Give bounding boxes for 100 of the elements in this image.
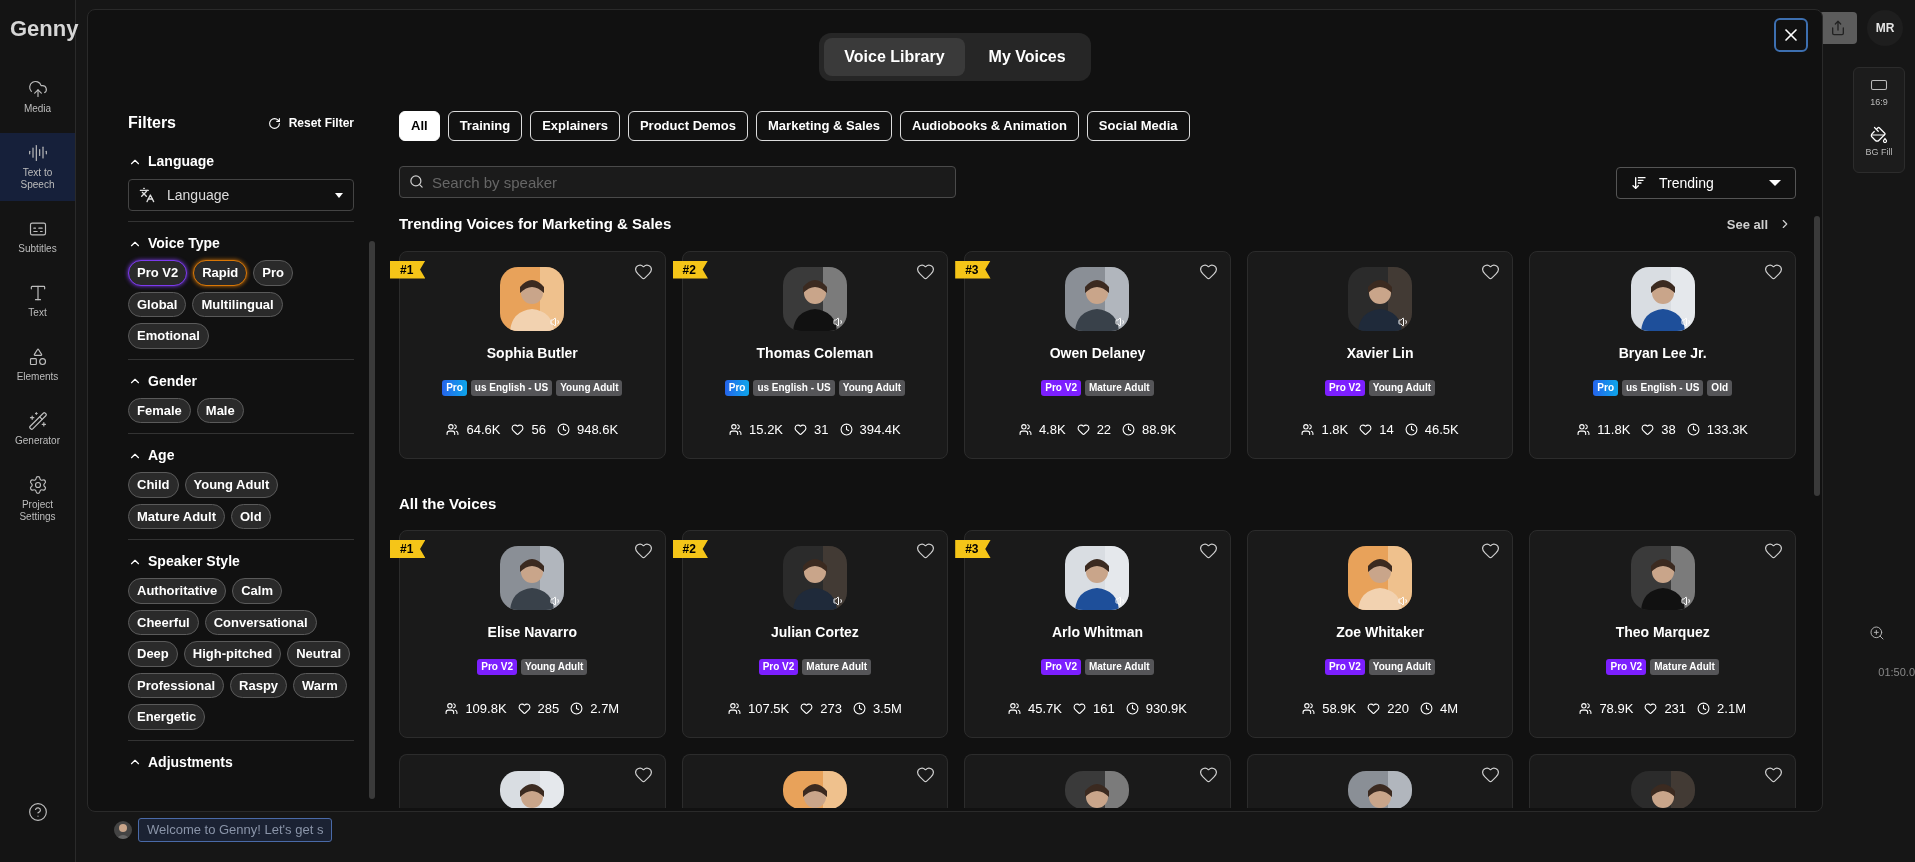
library-tab[interactable]: Voice Library	[824, 38, 965, 76]
filter-chip[interactable]: Pro V2	[128, 260, 188, 286]
category-tab[interactable]: Explainers	[530, 111, 620, 141]
section-toggle[interactable]: Adjustments	[128, 751, 233, 773]
likes-icon	[1359, 422, 1373, 436]
nav-item[interactable]: Text	[0, 273, 75, 329]
filter-chip[interactable]: Deep	[128, 641, 178, 667]
section-toggle[interactable]: Language	[128, 151, 354, 172]
voice-card[interactable]	[1529, 754, 1796, 808]
language-select[interactable]: Language	[128, 179, 354, 211]
filter-chip[interactable]: Old	[230, 503, 271, 529]
zoom-in-icon[interactable]	[1869, 625, 1885, 641]
filter-chip[interactable]: Mature Adult	[128, 503, 225, 529]
rank-badge: #3	[955, 540, 991, 558]
filter-chip[interactable]: High-pitched	[183, 641, 282, 667]
favorite-icon[interactable]	[1198, 765, 1218, 784]
voice-card[interactable]: Zoe Whitaker Pro V2 Young Adult 58.9K 220 4M	[1246, 530, 1514, 738]
speaker-icon[interactable]	[1680, 315, 1693, 328]
voice-card[interactable]: Bryan Lee Jr. Pro us English - US Old 11.8K 38 133.3K	[1529, 250, 1796, 459]
filter-chip[interactable]: Rapid	[193, 260, 248, 286]
favorite-icon[interactable]	[1481, 541, 1501, 560]
voice-card[interactable]	[399, 754, 666, 808]
filter-chip[interactable]: Conversational	[204, 609, 317, 635]
caption-clip[interactable]: Welcome to Genny! Let's get s	[138, 818, 333, 842]
search-field[interactable]: Search by speaker	[399, 166, 956, 198]
filter-chip[interactable]: Cheerful	[128, 609, 199, 635]
filter-chip[interactable]: Young Adult	[184, 472, 279, 498]
favorite-icon[interactable]	[1198, 261, 1218, 281]
filter-chip[interactable]: Global	[128, 291, 187, 317]
filter-chip[interactable]: Emotional	[128, 323, 209, 349]
favorite-icon[interactable]	[1481, 765, 1501, 784]
voice-card[interactable]: Theo Marquez Pro V2 Mature Adult 78.9K 231 2.1M	[1529, 530, 1796, 738]
sort-dropdown[interactable]: Trending	[1616, 167, 1796, 199]
favorite-icon[interactable]	[633, 541, 653, 560]
category-tab[interactable]: Training	[447, 111, 523, 141]
filter-chip[interactable]: Neutral	[287, 641, 351, 667]
likes-icon	[1644, 702, 1658, 716]
account-avatar[interactable]: MR	[1867, 10, 1903, 46]
voice-name: Elise Navarro	[487, 623, 578, 642]
favorite-icon[interactable]	[1764, 765, 1783, 784]
section-toggle[interactable]: Voice Type	[128, 233, 220, 254]
play-count: 4M	[1439, 700, 1458, 718]
filter-chip[interactable]: Female	[128, 397, 191, 423]
voice-tag: Young Adult	[1368, 659, 1436, 675]
voice-tag: us English - US	[753, 379, 835, 396]
filter-chip[interactable]: Pro	[253, 260, 293, 286]
favorite-icon[interactable]	[1764, 541, 1783, 560]
section-toggle[interactable]: Speaker Style	[128, 551, 240, 572]
nav-item[interactable]: Text to Speech	[0, 133, 75, 201]
voice-tag: Pro V2	[1041, 659, 1081, 675]
nav-item[interactable]: Generator	[0, 401, 75, 457]
speaker-icon[interactable]	[832, 595, 845, 607]
filter-chip[interactable]: Calm	[232, 578, 282, 604]
clock-icon	[1686, 422, 1700, 436]
favorite-icon[interactable]	[1764, 261, 1783, 281]
favorite-icon[interactable]	[633, 765, 653, 784]
filter-chip[interactable]: Male	[196, 397, 244, 423]
category-tab[interactable]: Product Demos	[627, 111, 749, 141]
library-tab[interactable]: My Voices	[968, 38, 1086, 76]
paint-bucket-icon[interactable]	[1870, 125, 1888, 144]
filter-chip[interactable]: Professional	[128, 672, 225, 698]
tool-label[interactable]: 16:9	[1870, 96, 1888, 110]
filter-chip[interactable]: Raspy	[230, 672, 288, 698]
filter-chip[interactable]: Warm	[293, 672, 347, 698]
favorite-icon[interactable]	[916, 765, 936, 784]
voice-card[interactable]	[1246, 754, 1514, 808]
voice-card[interactable]	[964, 754, 1231, 808]
see-all-link[interactable]: See all	[1726, 214, 1792, 234]
nav-item[interactable]: Media	[0, 69, 75, 125]
favorite-icon[interactable]	[916, 261, 936, 281]
voice-tag: us English - US	[470, 379, 553, 396]
filter-chip[interactable]: Authoritative	[128, 578, 227, 604]
category-tab[interactable]: Social Media	[1086, 111, 1190, 141]
category-tab[interactable]: Marketing & Sales	[756, 111, 893, 141]
filter-chip[interactable]: Energetic	[128, 704, 206, 730]
speaker-icon[interactable]	[832, 315, 845, 328]
category-tab[interactable]: Audiobooks & Animation	[900, 111, 1079, 141]
reset-filter-button[interactable]: Reset Filter	[267, 114, 354, 132]
favorite-icon[interactable]	[1198, 541, 1218, 560]
likes-icon	[1076, 422, 1090, 436]
category-tab[interactable]: All	[399, 111, 440, 141]
section-toggle[interactable]: Age	[128, 445, 175, 466]
filter-chip[interactable]: Child	[128, 472, 179, 498]
speaker-icon[interactable]	[1680, 595, 1693, 607]
section-toggle[interactable]: Gender	[128, 370, 197, 392]
translate-icon	[139, 187, 155, 203]
voice-card[interactable]	[681, 754, 949, 808]
nav-item[interactable]: Elements	[0, 337, 75, 393]
nav-item[interactable]: Subtitles	[0, 209, 75, 265]
filter-chip[interactable]: Multilingual	[192, 291, 283, 317]
tool-label[interactable]: BG Fill	[1865, 145, 1893, 159]
favorite-icon[interactable]	[916, 541, 936, 560]
help-icon[interactable]	[27, 802, 48, 822]
listeners-icon	[729, 422, 743, 436]
close-button[interactable]	[1774, 18, 1808, 52]
voice-card[interactable]: Xavier Lin Pro V2 Young Adult 1.8K 14 46.5K	[1246, 250, 1514, 459]
nav-item[interactable]: Project Settings	[0, 465, 75, 533]
favorite-icon[interactable]	[1481, 261, 1501, 281]
favorite-icon[interactable]	[633, 261, 653, 281]
logo[interactable]: Genny	[10, 12, 79, 45]
